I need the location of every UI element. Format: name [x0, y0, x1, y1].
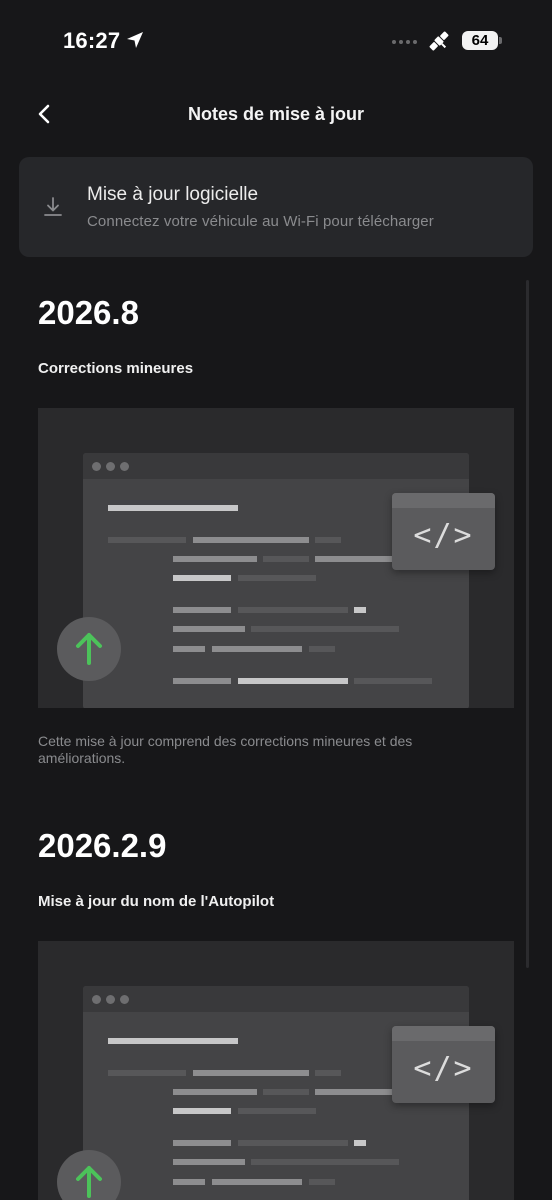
location-arrow-icon: [127, 32, 143, 48]
release-version: 2026.2.9: [38, 827, 167, 864]
code-icon: </>: [392, 493, 495, 570]
arrow-up-icon: [57, 617, 121, 681]
illustration-window: [83, 453, 469, 708]
download-icon: [44, 197, 62, 216]
release-description: Cette mise à jour comprend des correctio…: [38, 733, 413, 766]
battery-tip: [499, 37, 502, 44]
code-icon: </>: [392, 1026, 495, 1103]
update-card-subtitle: Connectez votre véhicule au Wi-Fi pour t…: [87, 213, 434, 230]
release-heading: Corrections mineures: [38, 360, 194, 377]
arrow-up-icon: [57, 1150, 121, 1200]
signal-dots-icon: [392, 40, 417, 44]
status-bar: 16:27 64: [0, 0, 552, 82]
release-heading: Mise à jour du nom de l'Autopilot: [38, 893, 275, 910]
status-time: 16:27: [63, 28, 121, 53]
scrollbar[interactable]: [526, 280, 529, 968]
satellite-icon: [429, 31, 449, 51]
software-update-card[interactable]: Mise à jour logicielle Connectez votre v…: [19, 157, 533, 257]
update-card-title: Mise à jour logicielle: [87, 184, 259, 205]
battery-icon: 64: [462, 31, 498, 50]
release-illustration: </>: [38, 941, 514, 1200]
page-title: Notes de mise à jour: [187, 104, 365, 124]
release-illustration: </>: [38, 408, 514, 708]
release-version: 2026.8: [38, 294, 139, 331]
